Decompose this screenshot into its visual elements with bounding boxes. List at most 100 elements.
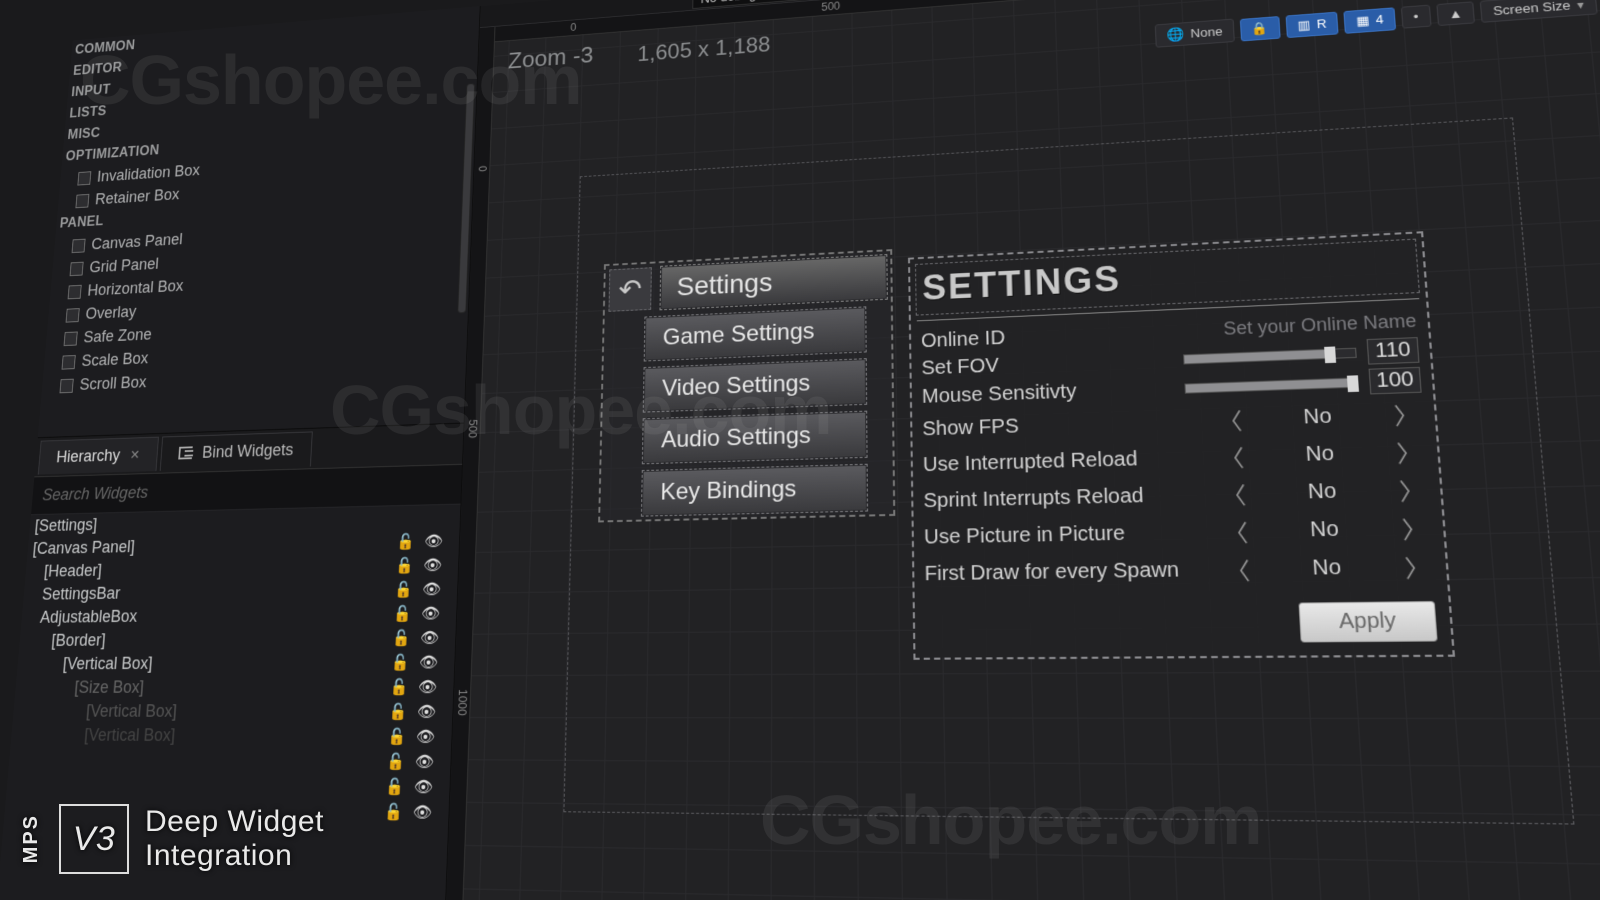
sensitivity-value[interactable]: 100 xyxy=(1369,367,1422,395)
chevron-left-icon[interactable]: 〈 xyxy=(1215,440,1249,474)
tree-node-label xyxy=(80,773,86,793)
nav-item-game-settings[interactable]: Game Settings xyxy=(645,307,866,360)
back-button[interactable]: ↶ xyxy=(608,267,651,312)
tree-node[interactable]: [Vertical Box] xyxy=(17,650,455,676)
tree-node[interactable] xyxy=(8,747,451,774)
setting-label: Sprint Interrupts Reload xyxy=(923,483,1207,513)
chevron-right-icon[interactable]: 〉 xyxy=(1391,434,1427,469)
bind-widgets-icon xyxy=(178,446,192,459)
tab-hierarchy[interactable]: Hierarchy ✕ xyxy=(38,436,159,474)
eye-icon[interactable] xyxy=(414,754,434,771)
zoom-out-button[interactable]: • xyxy=(1401,5,1431,29)
lock-icon[interactable] xyxy=(394,606,413,623)
tab-bind-widgets[interactable]: Bind Widgets xyxy=(160,431,313,471)
eye-icon[interactable] xyxy=(420,630,439,647)
toggle-value: No xyxy=(1248,440,1393,468)
widget-icon xyxy=(72,238,86,252)
eye-icon[interactable] xyxy=(424,534,443,551)
nav-item-video-settings[interactable]: Video Settings xyxy=(644,359,866,411)
fov-slider[interactable] xyxy=(1183,347,1357,364)
apply-button[interactable]: Apply xyxy=(1298,601,1437,642)
lock-icon[interactable] xyxy=(397,534,416,551)
ruler-mark: 0 xyxy=(476,165,489,172)
chevron-left-icon[interactable]: 〈 xyxy=(1219,514,1254,548)
layout-mode-toggle[interactable]: ▥R xyxy=(1285,11,1339,37)
screen-size-dropdown[interactable]: Screen Size▾ xyxy=(1480,0,1597,23)
lock-icon[interactable] xyxy=(386,779,405,796)
nav-item-audio-settings[interactable]: Audio Settings xyxy=(643,412,867,464)
lock-toggle[interactable]: 🔒 xyxy=(1239,16,1280,41)
widget-icon xyxy=(62,355,76,370)
toggle-stepper[interactable]: 〈 No 〉 xyxy=(1221,549,1436,586)
chevron-left-icon[interactable]: 〈 xyxy=(1217,477,1251,511)
tree-node-label: [Vertical Box] xyxy=(84,725,176,746)
localization-dropdown[interactable]: 🌐 None xyxy=(1155,19,1235,48)
lock-icon[interactable] xyxy=(387,754,406,771)
toggle-stepper[interactable]: 〈 No 〉 xyxy=(1215,434,1427,473)
toggle-stepper[interactable]: 〈 No 〉 xyxy=(1217,472,1430,511)
chevron-left-icon[interactable]: 〈 xyxy=(1221,552,1256,586)
chevron-right-icon[interactable]: 〉 xyxy=(1388,397,1424,431)
ruler-mark: 1000 xyxy=(455,689,469,716)
tree-node[interactable]: [Vertical Box] xyxy=(11,723,453,749)
outline-toggle[interactable]: ▲ xyxy=(1436,1,1476,26)
ruler-mark: 500 xyxy=(821,0,840,13)
setting-label: Set FOV xyxy=(921,348,1173,380)
chevron-right-icon[interactable]: 〉 xyxy=(1396,510,1433,545)
search-placeholder: Search Widgets xyxy=(42,483,149,504)
toggle-stepper[interactable]: 〈 No 〉 xyxy=(1219,510,1433,548)
setting-row-toggle: Use Picture in Picture 〈 No 〉 xyxy=(920,508,1438,556)
close-icon[interactable]: ✕ xyxy=(129,447,140,463)
tree-node[interactable]: [Vertical Box] xyxy=(13,699,453,724)
tree-node[interactable]: [Border] xyxy=(19,625,456,653)
setting-row-toggle: Sprint Interrupts Reload 〈 No 〉 xyxy=(919,470,1435,519)
tree-node-label: [Settings] xyxy=(34,515,98,536)
lock-icon[interactable] xyxy=(392,630,411,647)
lock-icon[interactable] xyxy=(384,804,403,821)
widget-icon xyxy=(75,193,89,207)
sensitivity-slider[interactable] xyxy=(1184,377,1358,393)
chevron-right-icon[interactable]: 〉 xyxy=(1399,549,1436,584)
tree-node-label: [Vertical Box] xyxy=(85,701,177,721)
designer-canvas[interactable]: 0 500 1000 1500 0 500 1000 Zoom -3 1,605… xyxy=(441,0,1600,900)
eye-icon[interactable] xyxy=(421,606,440,623)
grid-snap-toggle[interactable]: ▦4 xyxy=(1344,7,1396,33)
toggle-stepper[interactable]: 〈 No 〉 xyxy=(1213,397,1424,437)
chevron-right-icon[interactable]: 〉 xyxy=(1394,472,1430,507)
eye-icon[interactable] xyxy=(418,679,437,696)
settings-nav: ↶ Settings Game Settings Video Settings … xyxy=(600,251,893,520)
setting-label: Use Interrupted Reload xyxy=(923,446,1206,477)
tab-label: Bind Widgets xyxy=(202,440,294,462)
fov-value[interactable]: 110 xyxy=(1367,337,1420,365)
lock-icon[interactable] xyxy=(396,558,415,575)
palette-panel: COMMON EDITOR INPUT LISTS MISC OPTIMIZAT… xyxy=(38,6,480,438)
eye-icon[interactable] xyxy=(423,557,442,574)
setting-row-fov: Set FOV 110 xyxy=(917,335,1424,384)
brand-logo: V3 xyxy=(59,804,129,874)
lock-icon[interactable] xyxy=(391,655,410,672)
lock-icon[interactable] xyxy=(389,704,408,721)
widget-icon xyxy=(77,171,91,185)
dot-icon: • xyxy=(1413,9,1419,24)
layout-label: R xyxy=(1316,16,1327,31)
widget-icon xyxy=(68,284,82,298)
canvas-dimensions: 1,605 x 1,188 xyxy=(637,33,770,68)
chevron-left-icon[interactable]: 〈 xyxy=(1213,403,1247,437)
lock-icon[interactable] xyxy=(395,582,414,599)
nav-item-key-bindings[interactable]: Key Bindings xyxy=(642,465,867,516)
eye-icon[interactable] xyxy=(416,729,436,746)
tree-node[interactable]: [Size Box] xyxy=(15,674,454,699)
tree-node-label: SettingsBar xyxy=(41,584,121,605)
online-id-input[interactable]: Set your Online Name xyxy=(1223,311,1417,340)
eye-icon[interactable] xyxy=(412,804,432,822)
zoom-indicator: Zoom -3 xyxy=(508,41,594,74)
eye-icon[interactable] xyxy=(417,704,437,721)
tree-node-label: [Vertical Box] xyxy=(62,654,153,674)
eye-icon[interactable] xyxy=(413,779,433,796)
outline-icon: ▲ xyxy=(1448,6,1463,21)
lock-icon[interactable] xyxy=(390,679,409,696)
ruler-mark: 500 xyxy=(466,419,479,438)
eye-icon[interactable] xyxy=(419,655,438,672)
eye-icon[interactable] xyxy=(422,582,441,599)
lock-icon[interactable] xyxy=(388,729,407,746)
